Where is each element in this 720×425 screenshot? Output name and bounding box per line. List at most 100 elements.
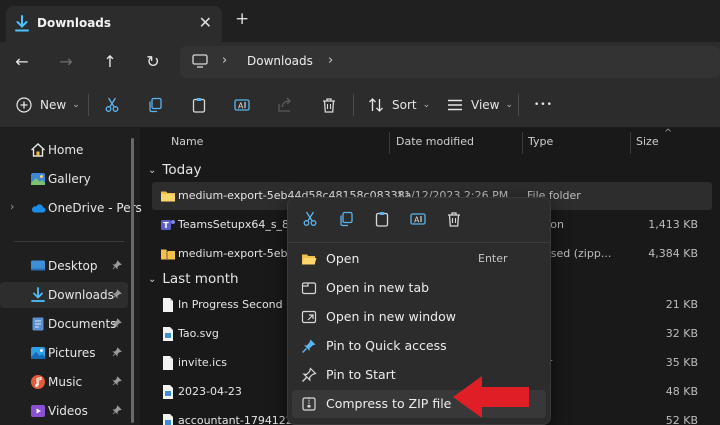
more-options-button[interactable]: ••• [534,95,553,115]
forward-button[interactable]: → [54,50,78,74]
close-tab-icon[interactable]: ✕ [199,13,212,32]
new-tab-button[interactable]: + [235,11,249,28]
column-header-size[interactable]: Size [636,128,659,156]
column-header-name[interactable]: Name [171,128,203,156]
column-header-date[interactable]: Date modified [396,128,474,156]
teams-icon: T [161,220,175,230]
sort-label: Sort [392,98,417,112]
paste-button[interactable] [191,95,207,115]
column-header-type[interactable]: Type [528,128,553,156]
breadcrumb-chevron[interactable]: › [328,53,333,68]
expand-chevron-icon[interactable]: › [10,200,14,213]
sort-button[interactable]: Sort ⌄ [368,95,430,115]
pin-icon [302,367,317,382]
menu-item-open-new-window[interactable]: Open in new window [292,303,546,331]
new-label: New [40,98,67,112]
share-icon [278,97,291,112]
trash-icon[interactable] [446,211,462,227]
cut-button[interactable] [104,95,120,115]
pin-icon[interactable] [112,260,122,270]
file-icon [163,298,173,312]
divider [288,242,550,243]
image-file-icon [163,327,173,341]
pin-icon[interactable] [112,318,122,328]
tab-downloads[interactable]: Downloads ✕ [6,6,222,42]
sidebar-item-home[interactable]: Home [0,137,128,163]
view-label: View [471,98,500,112]
svg-text:A: A [414,216,420,225]
folder-open-icon [302,254,317,265]
pin-icon[interactable] [112,289,122,299]
chevron-down-icon: ⌄ [72,100,80,110]
gallery-icon [31,173,45,185]
new-button[interactable]: New ⌄ [16,95,80,115]
sidebar-item-music[interactable]: Music [0,369,128,395]
column-divider[interactable] [630,132,631,154]
videos-icon [31,405,45,417]
divider [14,241,124,242]
chevron-down-icon: ⌄ [505,100,514,110]
zip-folder-icon [161,249,175,260]
sidebar-item-gallery[interactable]: Gallery [0,166,128,192]
breadcrumb-downloads[interactable]: Downloads [247,54,313,68]
copy-icon[interactable] [338,211,354,227]
view-button[interactable]: View ⌄ [447,95,513,115]
sidebar-item-onedrive[interactable]: › OneDrive - Perso [0,195,149,221]
navigation-pane: Home Gallery › OneDrive - Perso Desktop … [0,128,149,425]
svg-text:A: A [238,102,244,111]
navigation-bar: ← → ↑ ↻ › Downloads › [0,42,720,82]
back-button[interactable]: ← [10,50,34,74]
sidebar-item-documents[interactable]: Documents [0,311,128,337]
pin-icon[interactable] [112,376,122,386]
column-divider[interactable] [522,132,523,154]
image-file-icon [163,414,173,425]
divider [518,94,519,116]
rename-button[interactable]: A [234,95,250,115]
rename-icon[interactable]: A [410,211,426,227]
music-icon [31,375,45,389]
menu-item-open[interactable]: Open Enter [292,245,546,273]
scissors-icon[interactable] [302,211,318,227]
group-header-last-month[interactable]: ⌄ Last month [148,268,239,290]
scissors-icon [105,97,119,112]
new-tab-icon [301,282,317,295]
pin-icon [302,339,316,353]
clipboard-icon [192,98,206,113]
sidebar-item-videos[interactable]: Videos [0,398,128,424]
pictures-icon [31,347,45,359]
clipboard-icon[interactable] [374,211,390,227]
collapse-chevron-icon: ⌄ [148,273,157,285]
download-icon [15,15,29,32]
command-bar: New ⌄ A Sort ⌄ View ⌄ ••• [0,82,720,128]
home-icon [31,143,45,157]
divider [88,94,89,116]
sidebar-item-pictures[interactable]: Pictures [0,340,128,366]
group-header-today[interactable]: ⌄ Today [148,159,201,181]
menu-item-open-new-tab[interactable]: Open in new tab [292,274,546,302]
download-icon [31,287,45,302]
sidebar-item-desktop[interactable]: Desktop [0,253,128,279]
collapse-chevron-icon: ⌄ [148,164,157,176]
menu-item-pin-quick-access[interactable]: Pin to Quick access [292,332,546,360]
refresh-button[interactable]: ↻ [141,50,165,74]
trash-icon [323,98,335,113]
up-button[interactable]: ↑ [98,50,122,74]
shortcut-hint: Enter [478,252,508,265]
context-menu-toolbar: A [288,198,550,240]
copy-icon [149,97,162,113]
breadcrumb-chevron[interactable]: › [222,53,227,68]
pin-icon[interactable] [112,347,122,357]
column-divider[interactable] [389,132,390,154]
sort-indicator-icon: ^ [664,128,673,139]
pin-icon[interactable] [112,405,122,415]
address-bar[interactable]: › Downloads › [180,46,720,78]
delete-button[interactable] [321,95,337,115]
copy-button[interactable] [147,95,163,115]
sidebar-item-downloads[interactable]: Downloads [0,282,128,308]
rename-icon: A [234,99,250,111]
onedrive-icon [31,204,46,213]
computer-icon [192,54,208,68]
share-button[interactable] [277,95,293,115]
sidebar-scrollbar[interactable] [131,138,134,423]
documents-icon [32,317,44,331]
